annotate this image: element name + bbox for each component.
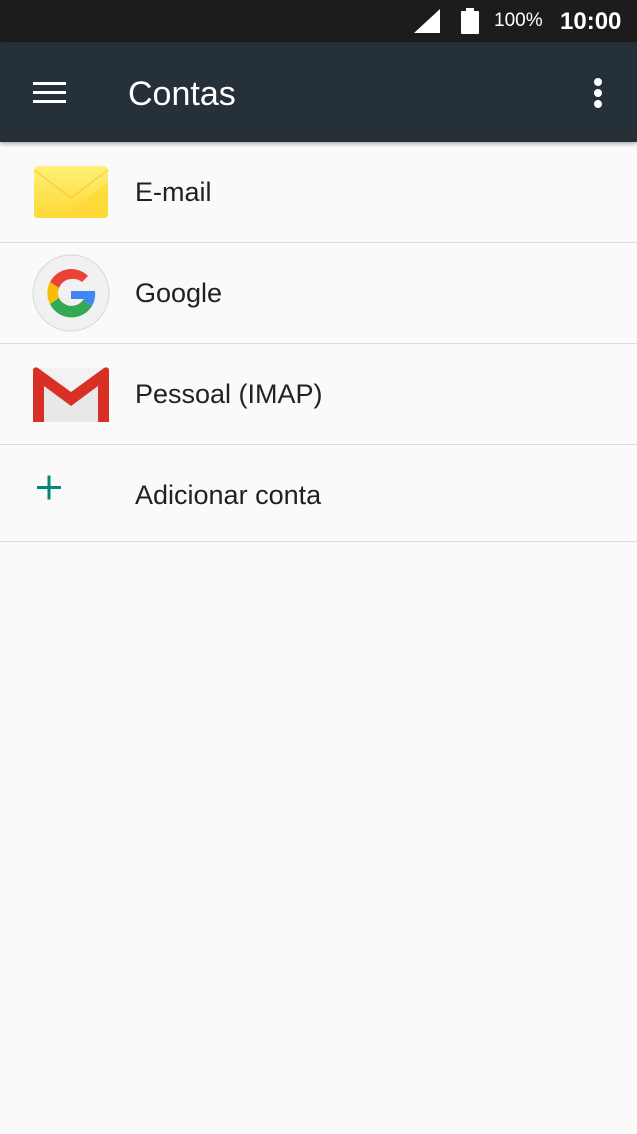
clock: 10:00 xyxy=(560,8,622,35)
plus-icon xyxy=(37,475,61,500)
gmail-icon xyxy=(33,367,109,422)
signal-icon xyxy=(414,9,440,33)
status-bar: 100% 10:00 xyxy=(0,0,637,42)
battery-percentage: 100% xyxy=(494,10,543,31)
account-item-imap[interactable]: Pessoal (IMAP) xyxy=(0,344,637,445)
add-account-label: Adicionar conta xyxy=(135,480,322,510)
account-label: E-mail xyxy=(135,177,212,207)
account-label: Pessoal (IMAP) xyxy=(135,379,323,409)
account-item-email[interactable]: E-mail xyxy=(0,142,637,243)
menu-icon[interactable] xyxy=(33,82,66,104)
battery-icon xyxy=(461,8,479,34)
more-options-icon[interactable] xyxy=(590,78,606,108)
account-list: E-mail Google Pessoal (IMAP) Adicionar c… xyxy=(0,142,637,542)
google-icon xyxy=(32,254,110,332)
page-title: Contas xyxy=(128,75,236,113)
email-app-icon xyxy=(33,166,109,218)
app-bar: Contas xyxy=(0,42,637,142)
account-item-google[interactable]: Google xyxy=(0,243,637,344)
account-label: Google xyxy=(135,278,223,308)
add-account-button[interactable]: Adicionar conta xyxy=(0,445,637,542)
